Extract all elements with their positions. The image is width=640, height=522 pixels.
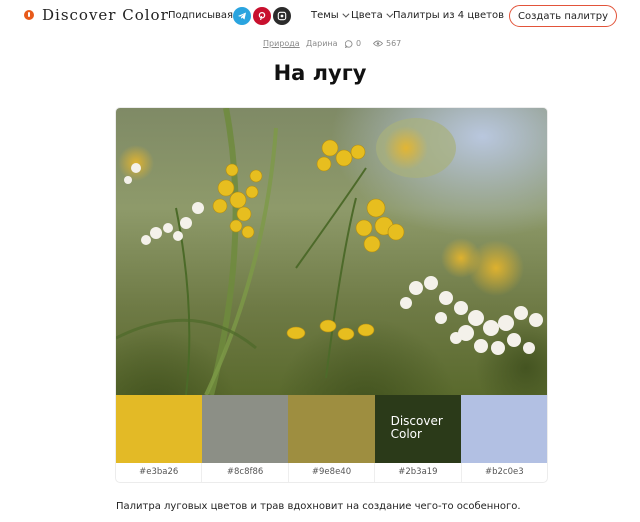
- create-palette-button[interactable]: Создать палитру: [509, 5, 617, 27]
- logo-text: Discover Color: [42, 6, 169, 24]
- logo-icon: [24, 10, 34, 20]
- color-swatch[interactable]: [202, 395, 289, 463]
- palette-description: Палитра луговых цветов и трав вдохновит …: [116, 501, 521, 512]
- chevron-down-icon: [342, 10, 350, 18]
- eye-icon: [373, 40, 383, 47]
- hex-code[interactable]: #8c8f86: [202, 463, 289, 482]
- page-title: На лугу: [273, 61, 367, 85]
- telegram-icon[interactable]: [233, 7, 251, 25]
- hex-codes: #e3ba26 #8c8f86 #9e8e40 #2b3a19 #b2c0e3: [116, 463, 547, 482]
- nav-colors-label: Цвета: [351, 10, 383, 21]
- hex-code[interactable]: #e3ba26: [116, 463, 203, 482]
- color-swatch[interactable]: [288, 395, 375, 463]
- hex-code[interactable]: #b2c0e3: [462, 463, 547, 482]
- nav-palettes[interactable]: Палитры из 4 цветов: [393, 10, 504, 21]
- nav-colors[interactable]: Цвета: [351, 10, 394, 21]
- category-link[interactable]: Природа: [263, 39, 300, 48]
- hex-code[interactable]: #9e8e40: [289, 463, 376, 482]
- color-swatch[interactable]: Discover Color: [374, 395, 461, 463]
- dzen-icon[interactable]: [273, 7, 291, 25]
- comments-count: 0: [345, 39, 361, 48]
- comments-value: 0: [356, 39, 362, 48]
- palette-swatches: Discover Color: [116, 395, 547, 463]
- author-name: Дарина: [306, 39, 338, 48]
- color-swatch[interactable]: [116, 395, 203, 463]
- nav-palettes-label: Палитры из 4 цветов: [393, 10, 505, 21]
- site-header: Discover Color Подписываясь: Темы Цвета …: [0, 0, 640, 34]
- meadow-photo: [116, 108, 547, 395]
- views-count: 567: [373, 39, 401, 48]
- hex-code[interactable]: #2b3a19: [375, 463, 462, 482]
- post-meta: Природа Дарина 0 567: [0, 39, 640, 51]
- views-value: 567: [386, 39, 402, 48]
- pinterest-icon[interactable]: [253, 7, 271, 25]
- nav-themes-label: Темы: [311, 10, 339, 21]
- site-logo[interactable]: Discover Color: [24, 6, 169, 24]
- palette-card: Discover Color #e3ba26 #8c8f86 #9e8e40 #…: [116, 108, 547, 482]
- nav-themes[interactable]: Темы: [311, 10, 350, 21]
- color-swatch[interactable]: [460, 395, 547, 463]
- comment-icon: [345, 39, 353, 48]
- brand-overlay-text: Discover Color: [390, 414, 443, 441]
